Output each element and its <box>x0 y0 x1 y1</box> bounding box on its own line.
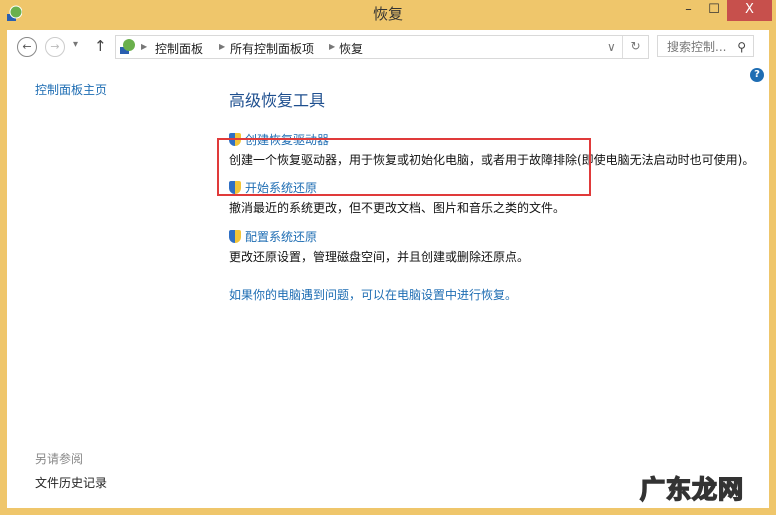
see-also-label: 另请参阅 <box>35 452 84 466</box>
window: 恢复 – ☐ X ← → ▾ ↑ ▶ 控制面板 ▶ 所有控制面板项 ▶ 恢复 ∨… <box>0 0 776 515</box>
system-restore-description: 撤消最近的系统更改，但不更改文档、图片和音乐之类的文件。 <box>229 201 566 215</box>
close-button[interactable]: X <box>727 0 772 21</box>
search-icon[interactable]: ⚲ <box>737 36 746 58</box>
content-area: ← → ▾ ↑ ▶ 控制面板 ▶ 所有控制面板项 ▶ 恢复 ∨ ↻ 搜索控制..… <box>7 30 769 508</box>
recovery-location-icon <box>120 39 135 54</box>
sidebar-control-panel-home[interactable]: 控制面板主页 <box>35 81 107 98</box>
breadcrumb-all-items[interactable]: 所有控制面板项 <box>230 40 314 57</box>
configure-system-restore-item: 配置系统还原 更改还原设置，管理磁盘空间，并且创建或删除还原点。 <box>229 228 529 265</box>
up-button[interactable]: ↑ <box>94 37 107 55</box>
forward-button[interactable]: → <box>45 37 65 57</box>
refresh-button[interactable]: ↻ <box>622 36 648 58</box>
breadcrumb-recovery[interactable]: 恢复 <box>339 40 363 57</box>
window-title: 恢复 <box>372 5 403 23</box>
pc-settings-recovery-link[interactable]: 如果你的电脑遇到问题，可以在电脑设置中进行恢复。 <box>229 286 517 303</box>
page-title: 高级恢复工具 <box>229 91 326 110</box>
highlight-box <box>217 138 591 196</box>
recovery-app-icon <box>7 5 22 21</box>
back-button[interactable]: ← <box>17 37 37 57</box>
breadcrumb-control-panel[interactable]: 控制面板 <box>155 40 203 57</box>
address-bar[interactable]: ▶ 控制面板 ▶ 所有控制面板项 ▶ 恢复 ∨ ↻ <box>115 35 649 59</box>
address-dropdown-icon[interactable]: ∨ <box>607 40 616 54</box>
navigation-bar: ← → ▾ ↑ ▶ 控制面板 ▶ 所有控制面板项 ▶ 恢复 ∨ ↻ 搜索控制..… <box>7 30 769 64</box>
configure-system-restore-description: 更改还原设置，管理磁盘空间，并且创建或删除还原点。 <box>229 250 530 264</box>
watermark-logo: 广东龙网 <box>639 474 745 505</box>
breadcrumb-separator-icon: ▶ <box>219 42 226 51</box>
maximize-button[interactable]: ☐ <box>701 0 727 21</box>
uac-shield-icon <box>229 230 241 243</box>
search-input[interactable]: 搜索控制... ⚲ <box>657 35 754 57</box>
breadcrumb-separator-icon: ▶ <box>329 42 336 51</box>
sidebar-file-history[interactable]: 文件历史记录 <box>35 474 107 491</box>
recent-locations-dropdown[interactable]: ▾ <box>73 39 78 50</box>
help-icon[interactable]: ? <box>750 68 764 82</box>
search-placeholder: 搜索控制... <box>667 40 727 54</box>
breadcrumb-separator-icon: ▶ <box>141 42 148 51</box>
configure-system-restore-link[interactable]: 配置系统还原 <box>245 230 317 244</box>
title-bar: 恢复 <box>0 0 776 30</box>
minimize-button[interactable]: – <box>676 0 701 21</box>
